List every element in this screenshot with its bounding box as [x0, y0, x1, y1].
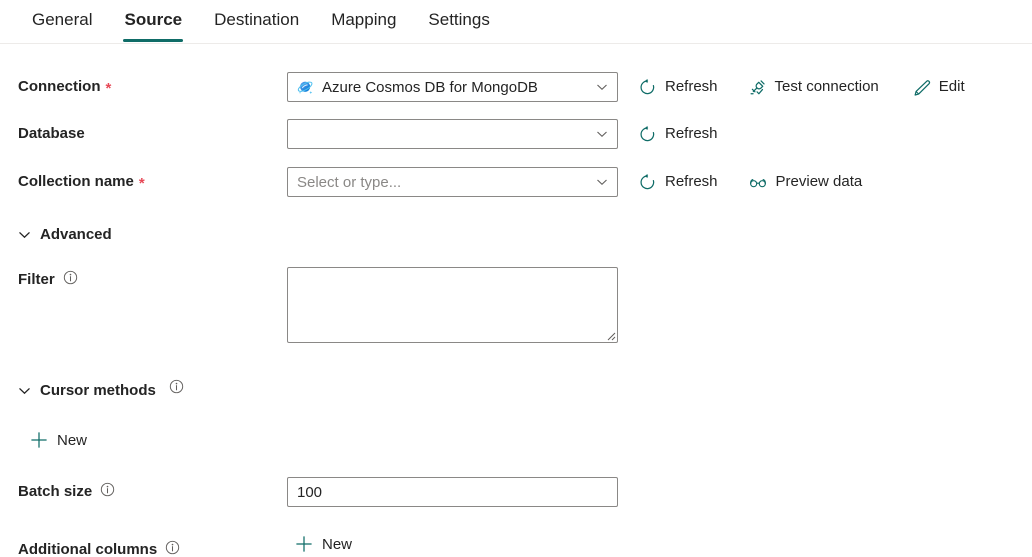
tab-strip: General Source Destination Mapping Setti… — [0, 0, 1032, 44]
refresh-icon — [638, 125, 657, 144]
collection-name-placeholder: Select or type... — [297, 173, 402, 191]
connection-label: Connection * — [18, 72, 287, 97]
batch-size-controls: 100 — [287, 477, 618, 507]
advanced-section-label: Advanced — [40, 225, 112, 243]
additional-columns-row: Additional columns New — [0, 535, 1032, 557]
additional-columns-new-button[interactable]: New — [295, 535, 352, 553]
refresh-icon — [638, 173, 657, 192]
edit-connection-label: Edit — [938, 78, 965, 95]
chevron-down-icon — [19, 231, 30, 238]
batch-size-value: 100 — [297, 483, 323, 501]
filter-label-text: Filter — [18, 271, 55, 288]
advanced-section-toggle[interactable]: Advanced — [0, 223, 1032, 245]
chevron-down-icon — [597, 131, 607, 138]
collection-refresh-label: Refresh — [665, 173, 718, 190]
additional-columns-controls: New — [287, 535, 352, 553]
connection-value: Azure Cosmos DB for MongoDB — [322, 78, 538, 96]
connection-refresh-label: Refresh — [665, 78, 718, 95]
chevron-down-icon — [597, 84, 607, 91]
plug-check-icon — [748, 78, 767, 97]
collection-controls: Select or type... Refresh Preview data — [287, 167, 862, 197]
refresh-icon — [638, 78, 657, 97]
info-icon[interactable] — [63, 270, 78, 285]
cursor-methods-section-toggle[interactable]: Cursor methods — [0, 379, 1032, 401]
batch-size-row: Batch size 100 — [0, 477, 1032, 507]
connection-row: Connection * Azure Cosmos DB for MongoDB… — [0, 72, 1032, 102]
batch-size-label-text: Batch size — [18, 483, 93, 500]
glasses-icon — [749, 173, 768, 192]
chevron-down-icon — [597, 179, 607, 186]
filter-label: Filter — [18, 267, 287, 290]
collection-name-label: Collection name * — [18, 167, 287, 192]
collection-name-row: Collection name * Select or type... Refr… — [0, 167, 1032, 197]
collection-required-asterisk: * — [138, 175, 145, 192]
database-label-text: Database — [18, 125, 85, 142]
additional-columns-label: Additional columns — [18, 535, 287, 557]
edit-connection-button[interactable]: Edit — [912, 74, 965, 100]
tab-mapping[interactable]: Mapping — [315, 0, 412, 42]
filter-controls — [287, 267, 618, 343]
info-icon[interactable] — [165, 540, 180, 555]
connection-commands: Refresh Test connection Edit — [618, 72, 965, 100]
collection-commands: Refresh Preview data — [618, 167, 862, 195]
resize-handle-icon[interactable] — [604, 329, 616, 341]
chevron-down-icon — [19, 387, 30, 394]
database-controls: Refresh — [287, 119, 718, 149]
connection-refresh-button[interactable]: Refresh — [638, 74, 718, 100]
connection-required-asterisk: * — [105, 80, 112, 97]
test-connection-label: Test connection — [774, 78, 879, 95]
cursor-methods-section-label: Cursor methods — [40, 381, 156, 399]
tab-settings[interactable]: Settings — [412, 0, 505, 42]
cursor-methods-new-button[interactable]: New — [0, 431, 1032, 449]
info-icon[interactable] — [100, 482, 115, 497]
database-refresh-label: Refresh — [665, 125, 718, 142]
database-row: Database Refresh — [0, 119, 1032, 149]
batch-size-label: Batch size — [18, 477, 287, 502]
database-label: Database — [18, 119, 287, 144]
collection-name-label-text: Collection name — [18, 173, 134, 190]
filter-textarea[interactable] — [287, 267, 618, 343]
preview-data-label: Preview data — [775, 173, 863, 190]
connection-controls: Azure Cosmos DB for MongoDB Refresh Test… — [287, 72, 965, 102]
plus-icon — [296, 536, 312, 552]
azure-cosmos-db-icon — [297, 81, 313, 94]
preview-data-button[interactable]: Preview data — [749, 169, 863, 195]
database-dropdown[interactable] — [287, 119, 618, 149]
batch-size-input[interactable]: 100 — [287, 477, 618, 507]
tab-destination[interactable]: Destination — [198, 0, 315, 42]
additional-columns-new-label: New — [322, 535, 353, 553]
tab-general[interactable]: General — [16, 0, 108, 42]
additional-columns-label-text: Additional columns — [18, 541, 158, 557]
pencil-icon — [912, 78, 931, 97]
info-icon[interactable] — [169, 379, 184, 394]
collection-refresh-button[interactable]: Refresh — [638, 169, 718, 195]
source-form: Connection * Azure Cosmos DB for MongoDB… — [0, 44, 1032, 557]
test-connection-button[interactable]: Test connection — [748, 74, 879, 100]
tab-source[interactable]: Source — [108, 0, 198, 42]
connection-label-text: Connection — [18, 78, 101, 95]
filter-row: Filter — [0, 267, 1032, 343]
database-commands: Refresh — [618, 119, 718, 147]
cursor-methods-new-label: New — [57, 431, 88, 449]
connection-dropdown[interactable]: Azure Cosmos DB for MongoDB — [287, 72, 618, 102]
plus-icon — [31, 432, 47, 448]
database-refresh-button[interactable]: Refresh — [638, 121, 718, 147]
collection-name-dropdown[interactable]: Select or type... — [287, 167, 618, 197]
